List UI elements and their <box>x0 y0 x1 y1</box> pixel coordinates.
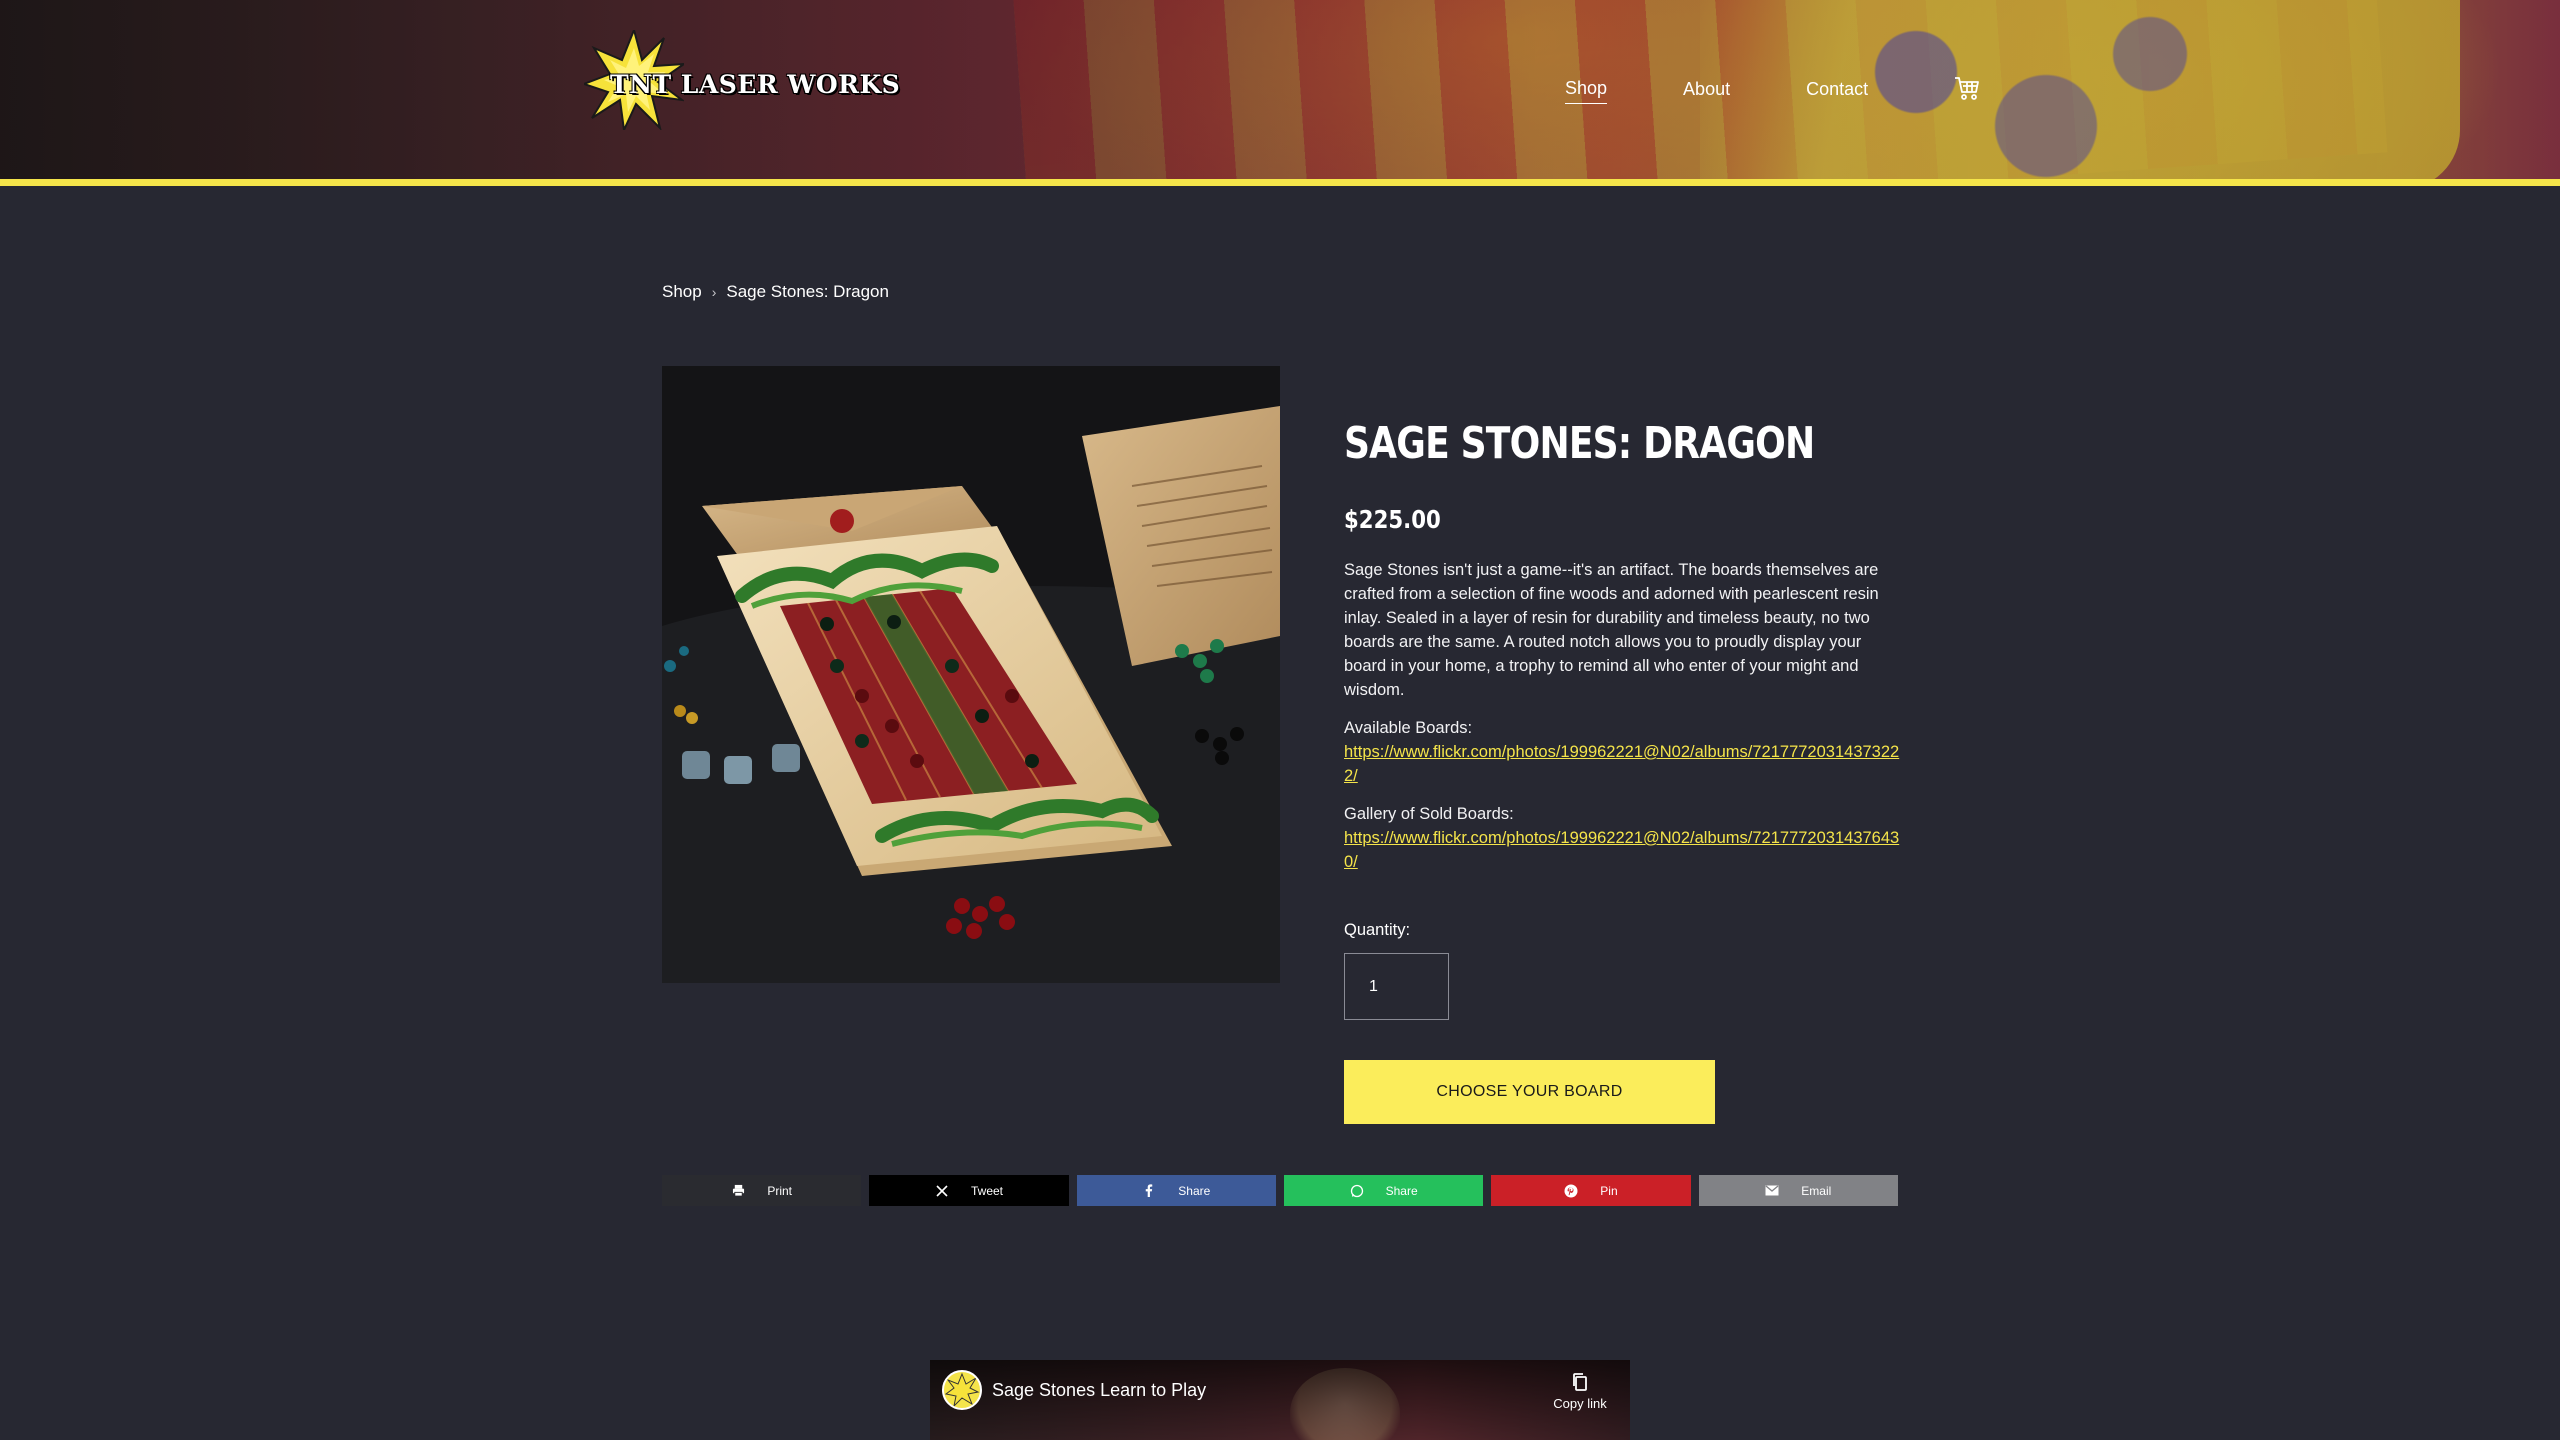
copy-icon <box>1573 1373 1587 1391</box>
whatsapp-share-button[interactable]: Share <box>1283 1175 1484 1206</box>
nav-item-shop[interactable]: Shop <box>1565 78 1608 104</box>
product-image[interactable] <box>662 366 1280 983</box>
share-bar: Print Tweet Share Share Pin Email <box>662 1175 1898 1206</box>
email-share-label: Email <box>1801 1183 1832 1198</box>
quantity-label: Quantity: <box>1344 921 1411 939</box>
copy-link-button[interactable]: Copy link <box>1540 1372 1620 1411</box>
tweet-label: Tweet <box>970 1183 1003 1198</box>
pinterest-pin-button[interactable]: Pin <box>1491 1175 1691 1206</box>
printer-icon <box>731 1184 745 1198</box>
print-label: Print <box>767 1183 792 1198</box>
nav-item-about[interactable]: About <box>1683 79 1730 104</box>
whatsapp-share-label: Share <box>1385 1183 1418 1198</box>
product-title: SAGE STONES: DRAGON <box>1344 418 1815 469</box>
breadcrumb-separator: › <box>711 284 717 300</box>
header-background-overlay <box>0 0 2560 186</box>
quantity-input[interactable] <box>1344 953 1449 1020</box>
site-logo[interactable]: TNT LASER WORKS <box>584 30 900 130</box>
whatsapp-icon <box>1350 1184 1364 1198</box>
product-price: $225.00 <box>1344 505 1441 534</box>
tweet-button[interactable]: Tweet <box>869 1175 1069 1206</box>
print-button[interactable]: Print <box>662 1175 862 1206</box>
available-boards-link[interactable]: https://www.flickr.com/photos/199962221@… <box>1344 740 1900 788</box>
breadcrumb-shop-link[interactable]: Shop <box>662 282 702 302</box>
product-photo-illustration <box>662 366 1280 983</box>
main-nav: Shop About Contact <box>1565 76 1944 106</box>
facebook-share-button[interactable]: Share <box>1076 1175 1276 1206</box>
channel-avatar[interactable] <box>942 1370 982 1410</box>
site-header: TNT LASER WORKS Shop About Contact <box>0 0 2560 186</box>
x-icon <box>935 1184 949 1198</box>
facebook-share-label: Share <box>1178 1183 1211 1198</box>
description-text: Sage Stones isn't just a game--it's an a… <box>1344 561 1879 699</box>
available-boards-section: Available Boards: https://www.flickr.com… <box>1344 716 1900 788</box>
video-embed[interactable]: Sage Stones Learn to Play Copy link <box>930 1360 1630 1440</box>
logo-text: TNT LASER WORKS <box>610 70 901 99</box>
pinterest-pin-label: Pin <box>1600 1183 1618 1198</box>
product-description: Sage Stones isn't just a game--it's an a… <box>1344 558 1900 888</box>
gallery-label: Gallery of Sold Boards: <box>1344 805 1514 823</box>
breadcrumb-current: Sage Stones: Dragon <box>726 282 889 301</box>
gallery-section: Gallery of Sold Boards: https://www.flic… <box>1344 802 1900 874</box>
email-share-button[interactable]: Email <box>1698 1175 1898 1206</box>
choose-board-button[interactable]: CHOOSE YOUR BOARD <box>1344 1060 1715 1124</box>
facebook-icon <box>1142 1184 1156 1198</box>
email-icon <box>1765 1184 1779 1198</box>
available-boards-label: Available Boards: <box>1344 719 1473 737</box>
header-accent-rule <box>0 179 2560 186</box>
nav-item-contact[interactable]: Contact <box>1806 79 1868 104</box>
gallery-link[interactable]: https://www.flickr.com/photos/199962221@… <box>1344 826 1900 874</box>
video-title[interactable]: Sage Stones Learn to Play <box>992 1380 1206 1401</box>
copy-link-label: Copy link <box>1553 1396 1607 1411</box>
breadcrumb: Shop › Sage Stones: Dragon <box>662 282 889 302</box>
cart-button[interactable] <box>1953 74 1981 102</box>
pinterest-icon <box>1564 1184 1578 1198</box>
cart-icon <box>1955 77 1979 100</box>
